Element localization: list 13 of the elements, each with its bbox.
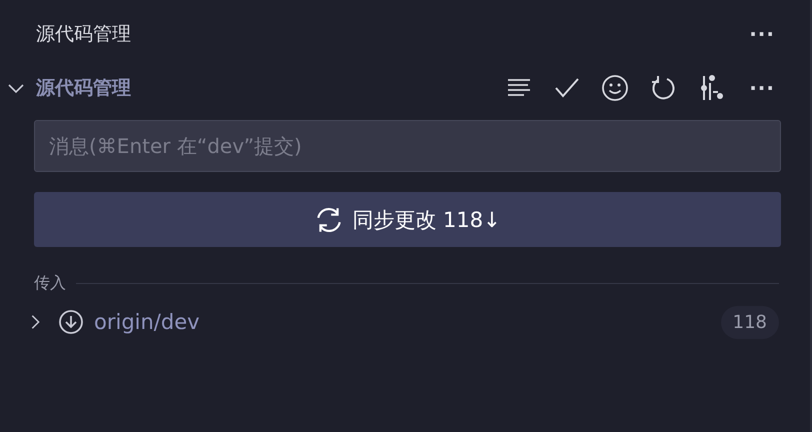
download-icon: [58, 309, 84, 335]
panel-title: 源代码管理: [36, 22, 131, 47]
count-badge: 118: [720, 306, 779, 338]
sync-button[interactable]: 同步更改 118↓: [34, 192, 781, 247]
branch-name: origin/dev: [94, 310, 200, 334]
incoming-label: 传入: [34, 273, 66, 294]
refresh-icon[interactable]: [649, 74, 678, 102]
more-button[interactable]: ···: [745, 22, 779, 46]
section-title[interactable]: 源代码管理: [36, 75, 131, 101]
branch-item[interactable]: origin/dev 118: [0, 300, 779, 344]
smiley-icon[interactable]: [601, 74, 630, 102]
commit-message-field[interactable]: 消息(⌘Enter 在“dev”提交): [34, 120, 781, 172]
more-button[interactable]: ···: [745, 76, 779, 100]
